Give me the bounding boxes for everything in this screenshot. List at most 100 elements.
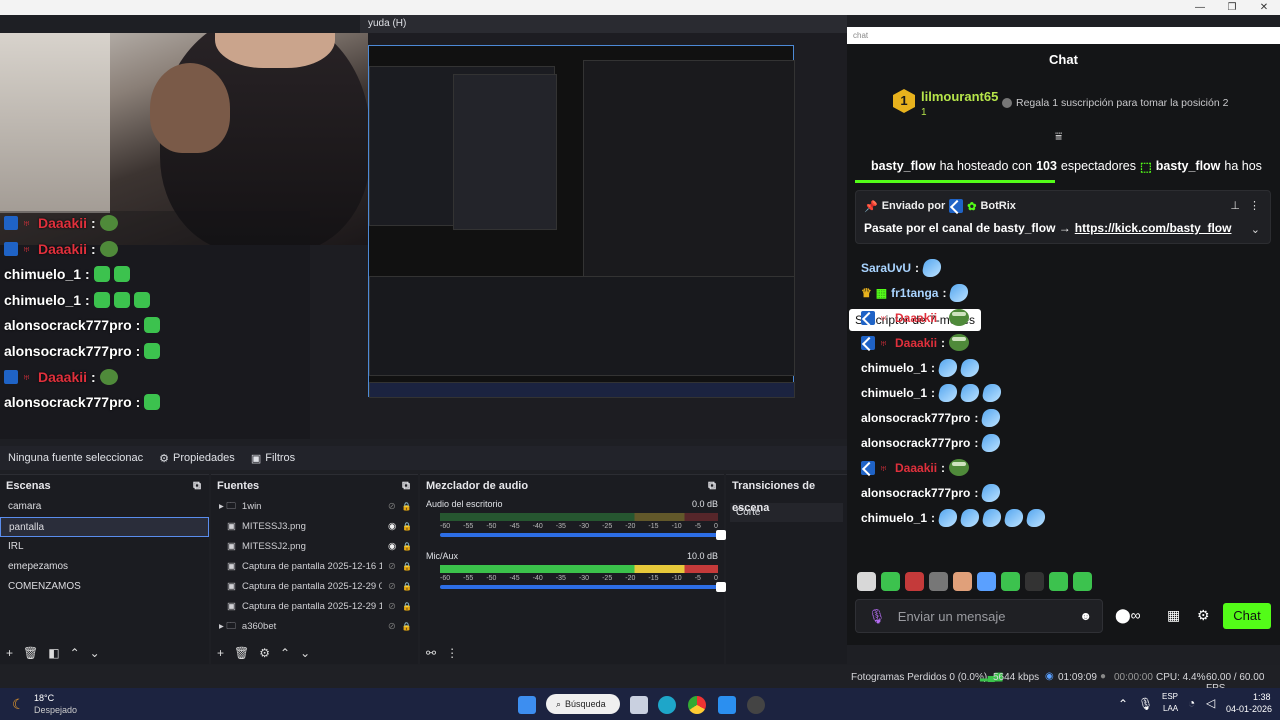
emote-picker-icon[interactable]: [1049, 572, 1068, 591]
scene-item[interactable]: COMENZAMOS: [0, 577, 209, 597]
more-icon[interactable]: ⋮: [1249, 199, 1260, 212]
chat-username[interactable]: alonsocrack777pro: [861, 411, 970, 425]
windows-start-icon[interactable]: [518, 696, 536, 714]
chat-username[interactable]: chimuelo_1: [861, 386, 927, 400]
filter-icon[interactable]: ◧: [48, 646, 59, 660]
lock-icon[interactable]: 🔒: [402, 617, 412, 637]
lock-icon[interactable]: 🔒: [402, 517, 412, 537]
gift-cta[interactable]: Regala 1 suscripción para tomar la posic…: [1002, 97, 1228, 109]
chat-username[interactable]: alonsocrack777pro: [861, 436, 970, 450]
rewards-icon[interactable]: ⬤∞: [1115, 607, 1141, 624]
source-item[interactable]: ▸ 🗀 a360bet ⊘ 🔒: [211, 617, 418, 637]
source-item[interactable]: ▣ MITESSJ3.png ◉ 🔒: [211, 517, 418, 537]
source-item[interactable]: ▣ Captura de pantalla 2025-12-29 043 ⊘ 🔒: [211, 577, 418, 597]
chat-username[interactable]: SaraUvU: [861, 261, 911, 275]
slider-knob[interactable]: [716, 530, 727, 540]
task-view-icon[interactable]: [630, 696, 648, 714]
collapse-icon[interactable]: ⩸: [1055, 129, 1062, 144]
chevron-down-icon[interactable]: ⌄: [300, 646, 310, 660]
eye-icon[interactable]: ◉: [388, 517, 396, 537]
clock-time[interactable]: 1:38: [1253, 692, 1271, 702]
minimize-button[interactable]: —: [1184, 0, 1216, 15]
close-button[interactable]: ✕: [1248, 0, 1280, 15]
trash-icon[interactable]: 🗑: [23, 646, 38, 660]
slider-knob[interactable]: [716, 582, 727, 592]
chat-username[interactable]: chimuelo_1: [861, 511, 927, 525]
add-icon[interactable]: +: [6, 646, 13, 660]
emoji-icon[interactable]: ☻: [1079, 609, 1092, 623]
volume-icon[interactable]: ◁: [1206, 696, 1215, 710]
scene-item[interactable]: pantalla: [0, 517, 209, 537]
search-box[interactable]: ⌕ Búsqueda: [546, 694, 620, 714]
dock-menu-icon[interactable]: ⧉: [402, 475, 410, 497]
settings-icon[interactable]: ⚙: [1197, 607, 1210, 624]
chevron-down-icon[interactable]: ⌄: [90, 646, 100, 660]
pinned-link[interactable]: https://kick.com/basty_flow: [1075, 221, 1232, 235]
volume-slider[interactable]: [440, 582, 727, 592]
lock-icon[interactable]: 🔒: [402, 497, 412, 517]
chat-username[interactable]: Daaakii: [895, 461, 937, 475]
chat-username[interactable]: chimuelo_1: [861, 361, 927, 375]
dock-menu-icon[interactable]: ⧉: [193, 475, 201, 497]
properties-button[interactable]: ⚙ Propiedades: [151, 452, 243, 465]
chat-input-box[interactable]: 🎙 Enviar un mensaje ☻: [855, 599, 1103, 633]
obs-preview[interactable]: ♅ Daaakii: ♅ Daaakii: chimuelo_1: chimuelo_1:…: [0, 33, 847, 439]
source-item[interactable]: ▣ Captura de pantalla 2025-12-29 103 ⊘ 🔒: [211, 597, 418, 617]
eye-off-icon[interactable]: ⊘: [388, 497, 396, 517]
chrome-icon[interactable]: [688, 696, 706, 714]
top-gifter-name[interactable]: lilmourant65: [921, 89, 998, 104]
source-item[interactable]: ▸ 🗀 1win ⊘ 🔒: [211, 497, 418, 517]
trash-icon[interactable]: 🗑: [234, 646, 249, 660]
volume-slider[interactable]: [440, 530, 727, 540]
scene-item[interactable]: IRL: [0, 537, 209, 557]
chat-username[interactable]: alonsocrack777pro: [861, 486, 970, 500]
chat-username[interactable]: Daaakii: [895, 336, 937, 350]
language[interactable]: ESP: [1162, 692, 1178, 701]
lock-icon[interactable]: 🔒: [402, 577, 412, 597]
emote-picker-icon[interactable]: [857, 572, 876, 591]
emote-picker-icon[interactable]: [1001, 572, 1020, 591]
pin-toggle-icon[interactable]: ⊥: [1230, 199, 1240, 212]
chat-send-button[interactable]: Chat: [1223, 603, 1271, 629]
emote-picker-icon[interactable]: [1073, 572, 1092, 591]
mic-icon[interactable]: 🎙: [868, 608, 886, 625]
scene-item[interactable]: emepezamos: [0, 557, 209, 577]
lock-icon[interactable]: 🔒: [402, 557, 412, 577]
edge-icon[interactable]: [658, 696, 676, 714]
notepad-icon[interactable]: [718, 696, 736, 714]
mic-tray-icon[interactable]: 🎙: [1138, 697, 1153, 711]
maximize-button[interactable]: ❐: [1216, 0, 1248, 15]
emote-picker-icon[interactable]: [1025, 572, 1044, 591]
eye-off-icon[interactable]: ⊘: [388, 597, 396, 617]
eye-off-icon[interactable]: ⊘: [388, 557, 396, 577]
wifi-icon[interactable]: ◔: [1188, 696, 1195, 710]
link-icon[interactable]: ⚯: [426, 646, 436, 660]
emote-picker-icon[interactable]: [905, 572, 924, 591]
add-icon[interactable]: +: [217, 646, 224, 660]
chat-username[interactable]: Daaakii: [895, 311, 937, 325]
chevron-up-icon[interactable]: ⌃: [70, 646, 80, 660]
store-icon[interactable]: ▦: [1167, 607, 1180, 624]
source-item[interactable]: ▣ Captura de pantalla 2025-12-16 135 ⊘ 🔒: [211, 557, 418, 577]
filters-button[interactable]: ▣ Filtros: [243, 452, 303, 465]
chevron-down-icon[interactable]: ⌄: [1251, 223, 1260, 236]
obs-icon[interactable]: [747, 696, 765, 714]
emote-picker-icon[interactable]: [881, 572, 900, 591]
chevron-up-icon[interactable]: ⌃: [280, 646, 290, 660]
emote-picker-icon[interactable]: [929, 572, 948, 591]
emote-picker-icon[interactable]: [977, 572, 996, 591]
gear-icon[interactable]: ⚙: [259, 646, 270, 660]
source-item[interactable]: ▣ MITESSJ2.png ◉ 🔒: [211, 537, 418, 557]
pinned-bot-name[interactable]: BotRix: [980, 200, 1015, 212]
menu-help[interactable]: yuda (H): [360, 15, 847, 33]
chat-username[interactable]: fr1tanga: [891, 286, 938, 300]
lock-icon[interactable]: 🔒: [402, 537, 412, 557]
tray-chevron-icon[interactable]: ⌃: [1118, 697, 1128, 711]
scene-item[interactable]: camara: [0, 497, 209, 517]
eye-off-icon[interactable]: ⊘: [388, 617, 396, 637]
emote-picker-icon[interactable]: [953, 572, 972, 591]
more-icon[interactable]: ⋮: [446, 646, 458, 660]
lock-icon[interactable]: 🔒: [402, 597, 412, 617]
eye-off-icon[interactable]: ⊘: [388, 577, 396, 597]
eye-icon[interactable]: ◉: [388, 537, 396, 557]
